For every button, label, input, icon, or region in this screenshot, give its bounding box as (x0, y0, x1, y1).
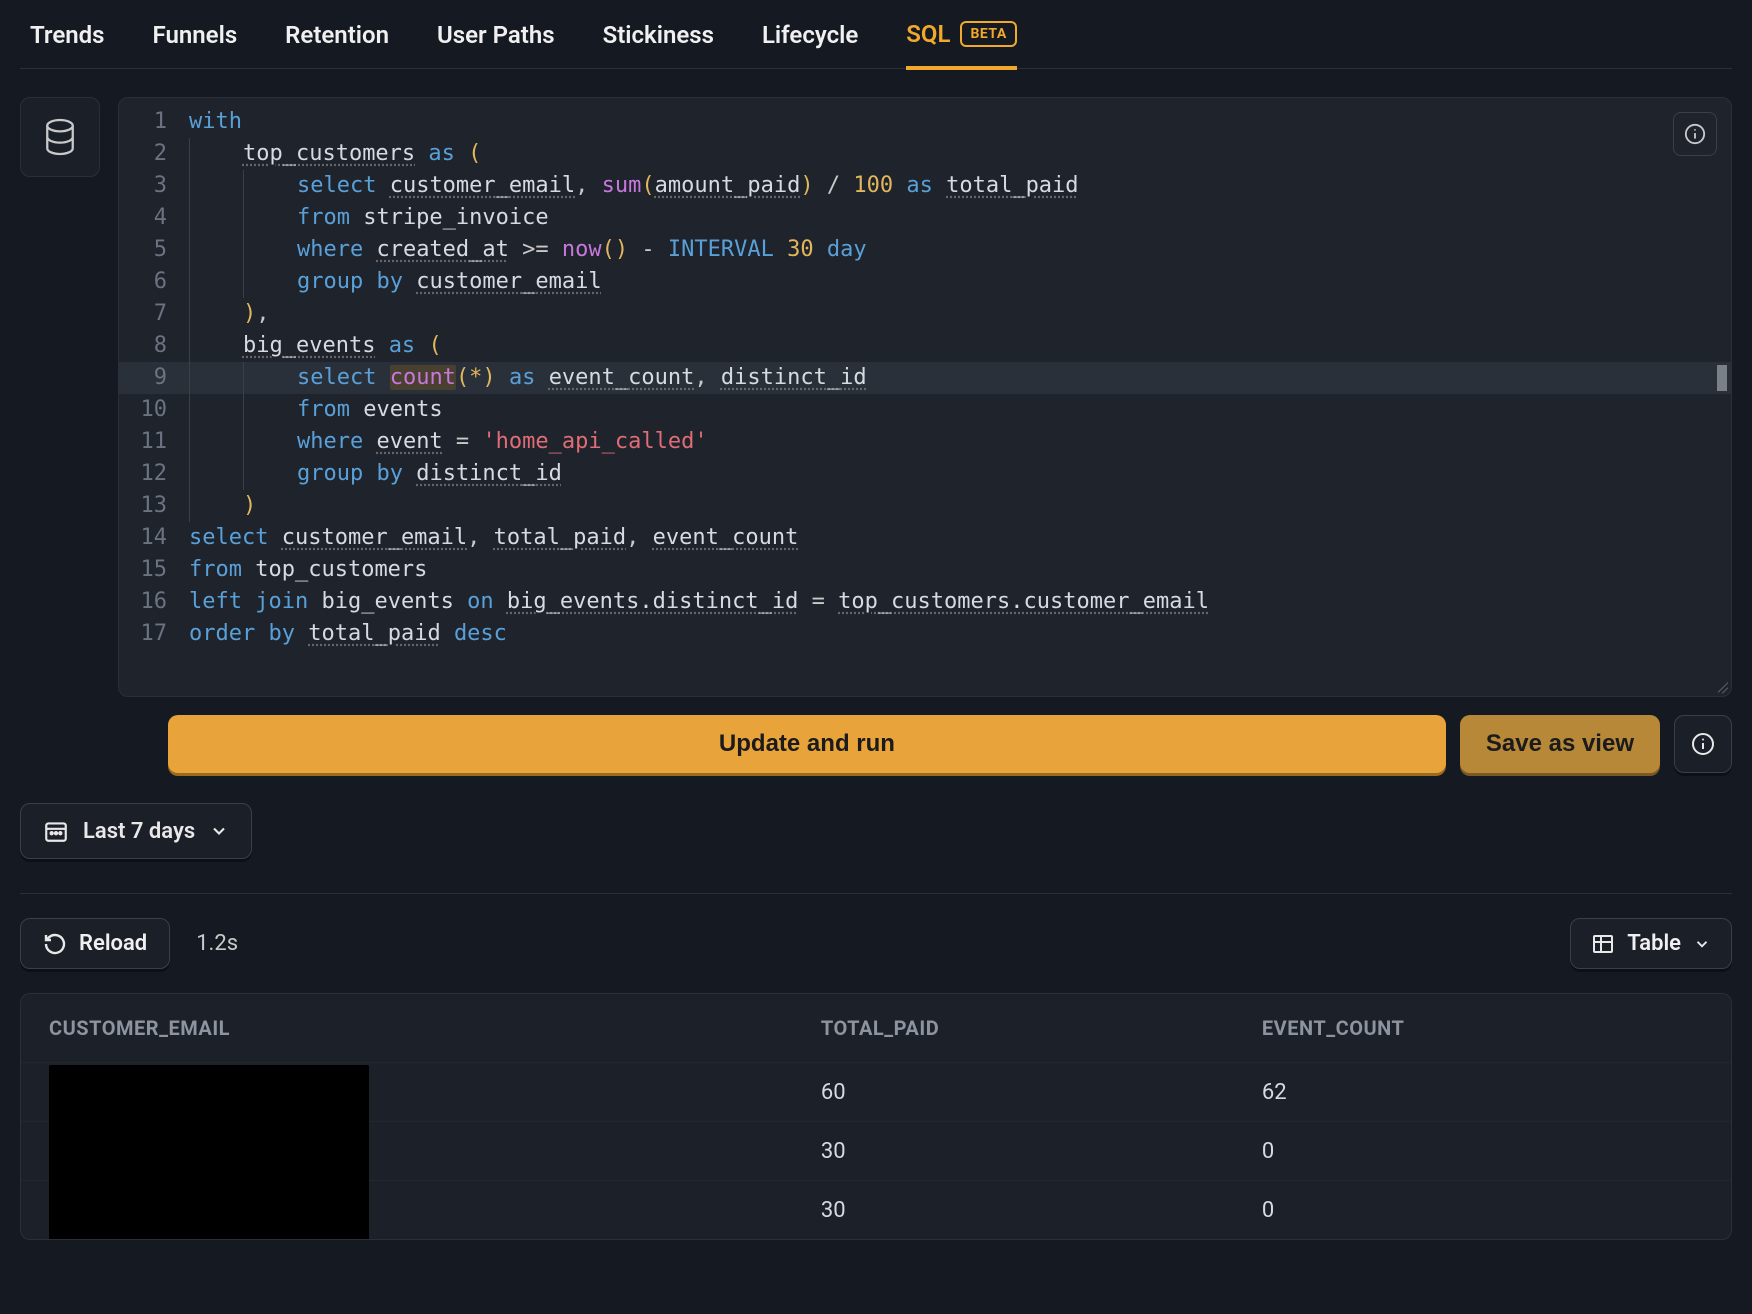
results-table: CUSTOMER_EMAIL TOTAL_PAID EVENT_COUNT 60… (20, 993, 1732, 1240)
save-as-view-button[interactable]: Save as view (1460, 715, 1660, 773)
date-range-label: Last 7 days (83, 819, 195, 844)
col-customer-email[interactable]: CUSTOMER_EMAIL (49, 1016, 821, 1040)
table-header: CUSTOMER_EMAIL TOTAL_PAID EVENT_COUNT (21, 994, 1731, 1062)
tab-sql[interactable]: SQL BETA (906, 20, 1016, 70)
tab-lifecycle[interactable]: Lifecycle (762, 21, 858, 67)
chevron-down-icon (209, 821, 229, 841)
database-icon[interactable] (20, 97, 100, 177)
beta-badge: BETA (960, 21, 1016, 47)
insight-type-tabs: Trends Funnels Retention User Paths Stic… (20, 0, 1732, 69)
view-mode-selector[interactable]: Table (1570, 918, 1732, 969)
tab-trends[interactable]: Trends (30, 21, 105, 67)
reload-button[interactable]: Reload (20, 918, 170, 969)
tab-funnels[interactable]: Funnels (153, 21, 238, 67)
chevron-down-icon (1693, 935, 1711, 953)
tab-retention[interactable]: Retention (285, 21, 389, 67)
tab-stickiness[interactable]: Stickiness (603, 21, 714, 67)
col-event-count[interactable]: EVENT_COUNT (1262, 1016, 1703, 1040)
sql-editor[interactable]: 1with2 top_customers as (3 select custom… (118, 97, 1732, 697)
editor-cursor (1717, 365, 1727, 391)
date-range-picker[interactable]: Last 7 days (20, 803, 252, 859)
calendar-icon (43, 818, 69, 844)
info-icon[interactable] (1674, 715, 1732, 773)
col-total-paid[interactable]: TOTAL_PAID (821, 1016, 1262, 1040)
table-row[interactable]: 60 62 (21, 1062, 1731, 1121)
update-and-run-button[interactable]: Update and run (168, 715, 1446, 773)
query-timing: 1.2s (196, 931, 238, 956)
divider (20, 893, 1732, 894)
table-icon (1591, 932, 1615, 956)
reload-icon (43, 932, 67, 956)
info-icon[interactable] (1673, 112, 1717, 156)
tab-user-paths[interactable]: User Paths (437, 21, 555, 67)
resize-handle[interactable] (1714, 679, 1728, 693)
